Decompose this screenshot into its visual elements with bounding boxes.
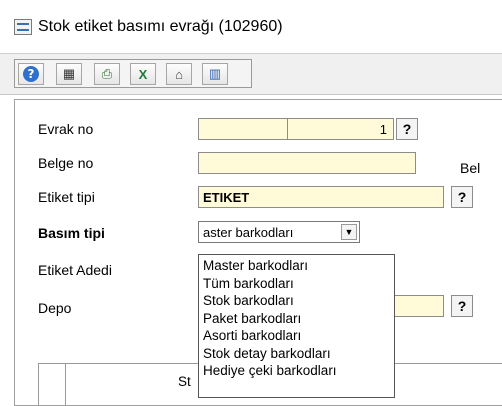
help-button[interactable]: ?	[18, 63, 44, 85]
basim-tipi-dropdown-list: Master barkodları Tüm barkodları Stok ba…	[198, 254, 395, 398]
excel-button[interactable]: X	[130, 63, 156, 85]
basim-tipi-combo[interactable]: aster barkodları ▼	[198, 221, 360, 243]
depo-label: Depo	[38, 300, 72, 316]
excel-icon: X	[138, 66, 148, 82]
chevron-down-icon: ▼	[344, 227, 354, 237]
belge-no-label: Belge no	[38, 155, 94, 171]
combo-dropdown-button[interactable]: ▼	[341, 224, 357, 240]
calculator-icon: ▦	[62, 66, 76, 81]
toolbar-button-group: ? ▦ ⎙ X ⌂ ▥	[14, 59, 252, 88]
dropdown-option[interactable]: Master barkodları	[199, 257, 394, 275]
dropdown-option[interactable]: Stok barkodları	[199, 292, 394, 310]
question-icon: ?	[457, 298, 467, 314]
etiket-adedi-label: Etiket Adedi	[38, 262, 112, 278]
basim-tipi-label: Basım tipi	[38, 225, 105, 241]
evrak-no-field[interactable]: 1	[287, 118, 394, 140]
evrak-no-value: 1	[379, 121, 387, 137]
print-icon: ⎙	[101, 66, 113, 81]
grid-column-divider	[65, 363, 66, 405]
etiket-tipi-field[interactable]: ETIKET	[198, 186, 444, 208]
dropdown-option[interactable]: Hediye çeki barkodları	[199, 362, 394, 380]
toolbar: ? ▦ ⎙ X ⌂ ▥	[0, 53, 502, 94]
dropdown-option[interactable]: Stok detay barkodları	[199, 345, 394, 363]
etiket-tipi-value: ETIKET	[203, 189, 250, 205]
etiket-tipi-label: Etiket tipi	[38, 189, 95, 205]
barcode-button[interactable]: ▥	[202, 63, 228, 85]
dropdown-option[interactable]: Tüm barkodları	[199, 275, 394, 293]
calculator-button[interactable]: ▦	[56, 63, 82, 85]
question-icon: ?	[402, 121, 412, 137]
question-icon: ?	[457, 189, 467, 205]
window-titlebar: Stok etiket basımı evrağı (102960)	[0, 0, 502, 53]
dropdown-option[interactable]: Asorti barkodları	[199, 327, 394, 345]
belge-no-field[interactable]	[198, 152, 416, 174]
dropdown-option[interactable]: Paket barkodları	[199, 310, 394, 328]
window-title: Stok etiket basımı evrağı (102960)	[38, 18, 283, 35]
evrak-no-label: Evrak no	[38, 121, 94, 137]
depo-field[interactable]	[394, 295, 444, 317]
evrak-no-lookup-button[interactable]: ?	[396, 118, 418, 140]
basim-tipi-value: aster barkodları	[203, 225, 294, 240]
app-icon	[14, 19, 32, 35]
etiket-tipi-lookup-button[interactable]: ?	[451, 186, 473, 208]
grid-column-header[interactable]: St	[178, 374, 191, 389]
belge-tarihi-label: Bel	[460, 160, 481, 176]
home-icon: ⌂	[175, 66, 183, 82]
home-button[interactable]: ⌂	[166, 63, 192, 85]
evrak-no-seri-field[interactable]	[198, 118, 288, 140]
help-icon: ?	[23, 66, 39, 82]
depo-lookup-button[interactable]: ?	[451, 295, 473, 317]
barcode-icon: ▥	[208, 66, 222, 81]
print-button[interactable]: ⎙	[94, 63, 120, 85]
